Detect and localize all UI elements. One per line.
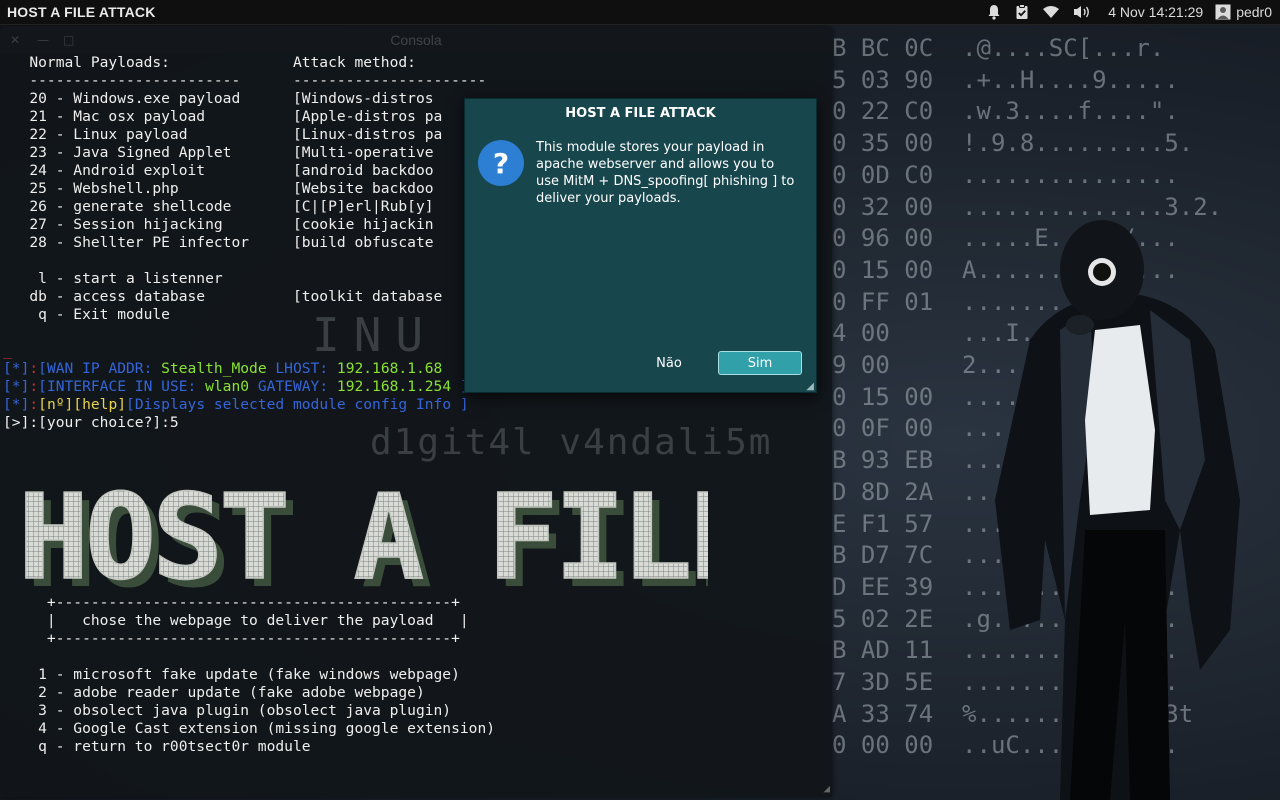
terminal-line: +---------------------------------------… [3, 630, 829, 648]
dialog-title: HOST A FILE ATTACK [565, 106, 716, 121]
terminal-text-segment: 26 - generate shellcode [C|[P]erl|Rub[y] [3, 198, 434, 215]
terminal-text-segment: [Displays selected module config Info ] [126, 396, 469, 413]
terminal-text-segment: +---------------------------------------… [3, 630, 460, 647]
wallpaper-gasmask-figure [995, 220, 1240, 800]
terminal-text-segment: wlan0 [205, 378, 250, 395]
dialog-resize-grip-icon[interactable]: ◢ [806, 381, 814, 392]
system-tray: 4 Nov 14:21:29 pedr0 [986, 0, 1272, 24]
terminal-text-segment: [INTERFACE IN USE: [38, 378, 206, 395]
terminal-text-segment: [>]:[your choice?]:5 [3, 414, 179, 431]
terminal-text-segment: 192.168.1.68 [336, 360, 443, 377]
terminal-line: ------------------------ ---------------… [3, 72, 829, 90]
terminal-text-segment: Normal Payloads: Attack method: [3, 54, 416, 71]
terminal-text-segment: _ [3, 342, 12, 359]
wallpaper-hex-line: 5 03 90 .+..H....9..... [832, 65, 1179, 94]
active-app-title: HOST A FILE ATTACK [7, 4, 156, 20]
terminal-text-segment: 21 - Mac osx payload [Apple-distros pa [3, 108, 443, 125]
terminal-line: 1 - microsoft fake update (fake windows … [3, 666, 829, 684]
question-icon: ? [478, 140, 524, 186]
terminal-line: [*]:[nº][help][Displays selected module … [3, 396, 829, 414]
terminal-text-segment: q - return to r00tsect0r module [3, 738, 311, 755]
resize-grip-icon[interactable]: ◢ [823, 782, 830, 795]
dialog-message: This module stores your payload in apach… [536, 140, 795, 206]
wifi-icon[interactable] [1042, 4, 1060, 20]
top-panel: HOST A FILE ATTACK 4 Nov 14:21:29 pedr0 [0, 0, 1280, 25]
no-button[interactable]: Não [627, 351, 711, 377]
terminal-text-segment: 2 - adobe reader update (fake adobe webp… [3, 684, 425, 701]
banner-text: HOST A FILE [18, 468, 708, 606]
wallpaper-hex-line: 0 0D C0 ............... [832, 160, 1179, 189]
terminal-line: Normal Payloads: Attack method: [3, 54, 829, 72]
wallpaper-hex-line: 0 35 00 !.9.8.........5. [832, 129, 1194, 158]
terminal-text-segment: 3 - obsolect java plugin (obsolect java … [3, 702, 452, 719]
terminal-text-segment: [WAN IP ADDR: [38, 360, 162, 377]
user-menu[interactable]: pedr0 [1215, 4, 1272, 20]
terminal-title: Consola [390, 32, 442, 48]
terminal-text-segment: 22 - Linux payload [Linux-distros pa [3, 126, 443, 143]
wallpaper-hex-line: 0 22 C0 .w.3....f....". [832, 97, 1179, 126]
terminal-text-segment: 192.168.1.254 [336, 378, 452, 395]
terminal-text-segment: : [29, 378, 39, 395]
terminal-text-segment: : [29, 360, 39, 377]
terminal-text-segment: 27 - Session hijacking [cookie hijackin [3, 216, 434, 233]
terminal-text-segment: 23 - Java Signed Applet [Multi-operative [3, 144, 443, 161]
terminal-text-segment: Stealth_Mode [161, 360, 267, 377]
terminal-text-segment: [*] [3, 360, 30, 377]
terminal-text-segment: 4 - Google Cast extension (missing googl… [3, 720, 496, 737]
terminal-titlebar[interactable]: ✕ — □ Consola [0, 26, 832, 54]
notification-bell-icon[interactable] [986, 4, 1002, 20]
terminal-line: _ [3, 792, 829, 797]
wallpaper-hex-line: B BC 0C .@....SC[...r. [832, 34, 1165, 62]
user-name: pedr0 [1236, 4, 1272, 20]
terminal-text-segment: [*] [3, 378, 30, 395]
terminal-text-segment: q - Exit module [3, 306, 170, 323]
terminal-text-segment: : [29, 396, 39, 413]
volume-icon[interactable] [1072, 4, 1092, 20]
host-a-file-ascii-banner: HOST A FILE HOST A FILE [17, 467, 708, 606]
terminal-text-segment: l - start a listenner [3, 270, 223, 287]
clipboard-check-icon[interactable] [1014, 4, 1030, 20]
terminal-text-segment: [*] [3, 396, 30, 413]
terminal-text-segment: GATEWAY: [249, 378, 337, 395]
svg-text:?: ? [493, 147, 509, 180]
terminal-line: [>]:[your choice?]:5 [3, 414, 829, 432]
terminal-text-segment: [nº][help] [38, 396, 127, 413]
host-a-file-dialog[interactable]: HOST A FILE ATTACK ? This module stores … [464, 98, 817, 393]
terminal-text-segment: LHOST: [266, 360, 337, 377]
terminal-line: 4 - Google Cast extension (missing googl… [3, 720, 829, 738]
terminal-line: 2 - adobe reader update (fake adobe webp… [3, 684, 829, 702]
user-avatar-icon [1215, 4, 1231, 20]
terminal-text-segment: 25 - Webshell.php [Website backdoo [3, 180, 434, 197]
terminal-text-segment: 20 - Windows.exe payload [Windows-distro… [3, 90, 443, 107]
yes-button[interactable]: Sim [718, 351, 802, 375]
clock[interactable]: 4 Nov 14:21:29 [1108, 4, 1203, 20]
terminal-text-segment: db - access database [toolkit database [3, 288, 443, 305]
terminal-line: q - return to r00tsect0r module [3, 738, 829, 756]
terminal-text-segment: ------------------------ ---------------… [3, 72, 487, 89]
terminal-text-segment: | chose the webpage to deliver the paylo… [3, 612, 469, 629]
terminal-text-segment: 1 - microsoft fake update (fake windows … [3, 666, 460, 683]
terminal-text-segment: _ [3, 792, 12, 797]
terminal-line: | chose the webpage to deliver the paylo… [3, 612, 829, 630]
terminal-text-segment: 28 - Shellter PE infector [build obfusca… [3, 234, 434, 251]
terminal-text-segment: 24 - Android exploit [android backdoo [3, 162, 434, 179]
terminal-line: 3 - obsolect java plugin (obsolect java … [3, 702, 829, 720]
